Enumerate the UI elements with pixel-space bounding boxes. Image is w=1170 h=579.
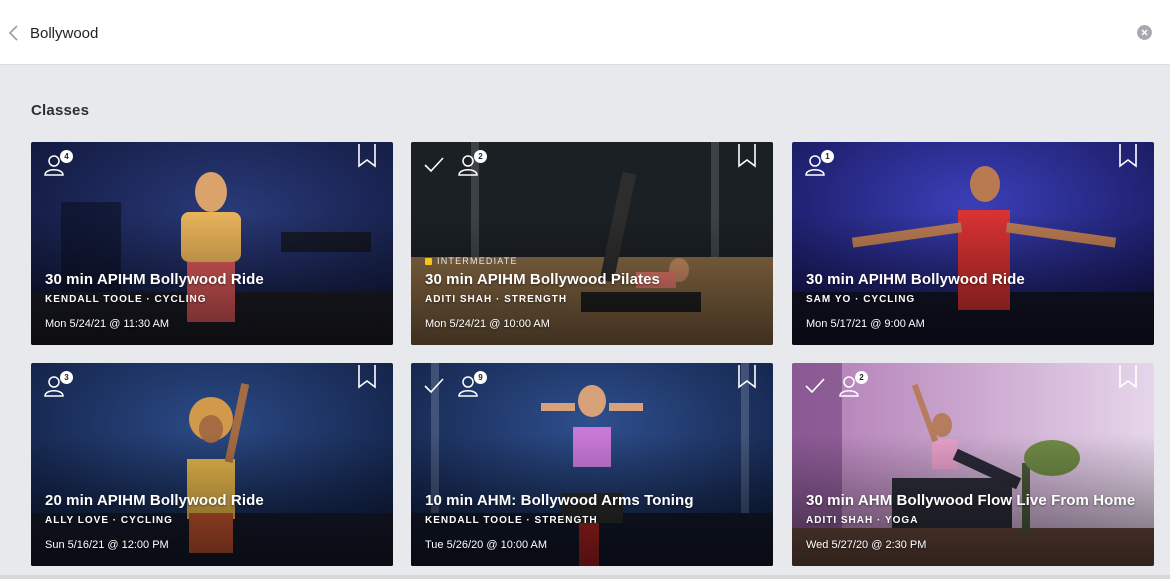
class-date: Mon 5/24/21 @ 10:00 AM: [425, 318, 550, 330]
taken-count-badge: 2: [855, 371, 868, 384]
taken-count-badge: 2: [474, 150, 487, 163]
instructor-name: ADITI SHAH: [425, 294, 493, 305]
person-icon: 2: [455, 150, 487, 178]
class-date: Mon 5/17/21 @ 9:00 AM: [806, 318, 925, 330]
class-card[interactable]: 2 30 min AHM Bollywood Flow Live From Ho…: [792, 363, 1154, 566]
class-date: Wed 5/27/20 @ 2:30 PM: [806, 539, 927, 551]
bookmark-icon[interactable]: [737, 365, 757, 389]
instructor-name: SAM YO: [806, 294, 852, 305]
class-badges: 4: [41, 150, 73, 178]
class-title: 30 min APIHM Bollywood Ride: [806, 271, 1025, 288]
person-icon: 2: [836, 371, 868, 399]
chevron-left-icon[interactable]: [6, 22, 22, 44]
search-bar: [0, 0, 1170, 65]
checkmark-icon: [424, 378, 444, 394]
bookmark-icon[interactable]: [1118, 144, 1138, 168]
difficulty-label: INTERMEDIATE: [437, 256, 518, 266]
class-title: 30 min APIHM Bollywood Ride: [45, 271, 264, 288]
bookmark-icon[interactable]: [737, 144, 757, 168]
difficulty-tag: INTERMEDIATE: [425, 256, 518, 266]
class-meta: KENDALL TOOLE · CYCLING: [45, 294, 207, 305]
class-badges: 2: [421, 150, 487, 178]
bookmark-icon[interactable]: [1118, 365, 1138, 389]
class-card[interactable]: 9 10 min AHM: Bollywood Arms Toning KEND…: [411, 363, 773, 566]
taken-count-badge: 3: [60, 371, 73, 384]
class-card[interactable]: 1 30 min APIHM Bollywood Ride SAM YO · C…: [792, 142, 1154, 345]
search-input[interactable]: [30, 18, 1120, 48]
class-title: 30 min AHM Bollywood Flow Live From Home: [806, 492, 1136, 509]
class-category: CYCLING: [863, 294, 916, 305]
class-meta: ADITI SHAH · YOGA: [806, 515, 919, 526]
class-badges: 3: [41, 371, 73, 399]
checkmark-icon: [424, 157, 444, 173]
class-card[interactable]: 3 20 min APIHM Bollywood Ride ALLY LOVE …: [31, 363, 393, 566]
class-meta: ALLY LOVE · CYCLING: [45, 515, 173, 526]
class-category: CYCLING: [154, 294, 207, 305]
scroll-edge: [0, 575, 1170, 579]
instructor-name: ADITI SHAH: [806, 515, 874, 526]
clear-circle-icon[interactable]: [1137, 25, 1152, 40]
class-badges: 2: [802, 371, 868, 399]
section-title: Classes: [31, 102, 90, 119]
class-title: 20 min APIHM Bollywood Ride: [45, 492, 264, 509]
class-date: Mon 5/24/21 @ 11:30 AM: [45, 318, 170, 330]
class-category: STRENGTH: [534, 515, 598, 526]
bookmark-icon[interactable]: [357, 365, 377, 389]
taken-count-badge: 1: [821, 150, 834, 163]
class-category: STRENGTH: [504, 294, 568, 305]
instructor-name: KENDALL TOOLE: [45, 294, 143, 305]
class-date: Tue 5/26/20 @ 10:00 AM: [425, 539, 548, 551]
class-card[interactable]: 4 30 min APIHM Bollywood Ride KENDALL TO…: [31, 142, 393, 345]
instructor-name: KENDALL TOOLE: [425, 515, 523, 526]
class-meta: SAM YO · CYCLING: [806, 294, 916, 305]
person-icon: 9: [455, 371, 487, 399]
class-date: Sun 5/16/21 @ 12:00 PM: [45, 539, 169, 551]
bookmark-icon[interactable]: [357, 144, 377, 168]
class-meta: KENDALL TOOLE · STRENGTH: [425, 515, 598, 526]
person-icon: 4: [41, 150, 73, 178]
taken-count-badge: 9: [474, 371, 487, 384]
class-title: 30 min APIHM Bollywood Pilates: [425, 271, 660, 288]
taken-count-badge: 4: [60, 150, 73, 163]
class-title: 10 min AHM: Bollywood Arms Toning: [425, 492, 694, 509]
checkmark-icon: [805, 378, 825, 394]
class-category: YOGA: [884, 515, 919, 526]
class-card[interactable]: 2 INTERMEDIATE 30 min APIHM Bollywood Pi…: [411, 142, 773, 345]
class-badges: 1: [802, 150, 834, 178]
class-category: CYCLING: [120, 515, 173, 526]
class-meta: ADITI SHAH · STRENGTH: [425, 294, 568, 305]
difficulty-indicator: [425, 257, 432, 265]
class-badges: 9: [421, 371, 487, 399]
person-icon: 1: [802, 150, 834, 178]
person-icon: 3: [41, 371, 73, 399]
instructor-name: ALLY LOVE: [45, 515, 110, 526]
